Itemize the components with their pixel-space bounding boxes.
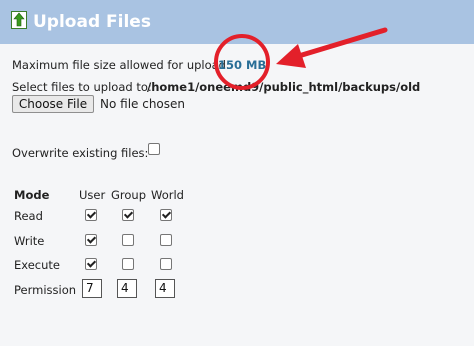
upload-arrow-icon xyxy=(11,11,27,29)
read-user-checkbox[interactable] xyxy=(85,209,97,221)
permission-group-input[interactable]: 4 xyxy=(117,279,137,298)
panel-title: Upload Files xyxy=(33,12,151,32)
execute-group-checkbox[interactable] xyxy=(122,258,134,270)
write-world-checkbox[interactable] xyxy=(160,234,172,246)
file-status: No file chosen xyxy=(100,97,186,111)
panel-header: Upload Files xyxy=(0,0,474,44)
target-path: /home1/oneemd9/public_html/backups/old xyxy=(147,80,421,94)
execute-user-checkbox[interactable] xyxy=(85,258,97,270)
row-label-read: Read xyxy=(14,209,43,223)
read-group-checkbox[interactable] xyxy=(122,209,134,221)
select-target-label: Select files to upload to: xyxy=(12,80,152,94)
permission-label: Permission xyxy=(14,283,77,297)
mode-header: Mode xyxy=(14,188,50,202)
max-size-value: 150 MB xyxy=(218,58,267,72)
write-group-checkbox[interactable] xyxy=(122,234,134,246)
row-label-execute: Execute xyxy=(14,258,60,272)
pointer-arrow-head xyxy=(276,44,306,68)
overwrite-label: Overwrite existing files: xyxy=(12,146,149,160)
max-size-label: Maximum file size allowed for upload: xyxy=(12,58,230,72)
execute-world-checkbox[interactable] xyxy=(160,258,172,270)
column-user: User xyxy=(79,188,106,202)
write-user-checkbox[interactable] xyxy=(85,234,97,246)
permission-user-input[interactable]: 7 xyxy=(82,279,102,298)
row-label-write: Write xyxy=(14,234,45,248)
read-world-checkbox[interactable] xyxy=(160,209,172,221)
column-world: World xyxy=(151,188,184,202)
column-group: Group xyxy=(111,188,147,202)
permission-world-input[interactable]: 4 xyxy=(155,279,175,298)
overwrite-checkbox[interactable] xyxy=(148,143,160,155)
choose-file-button[interactable]: Choose File xyxy=(12,95,94,113)
